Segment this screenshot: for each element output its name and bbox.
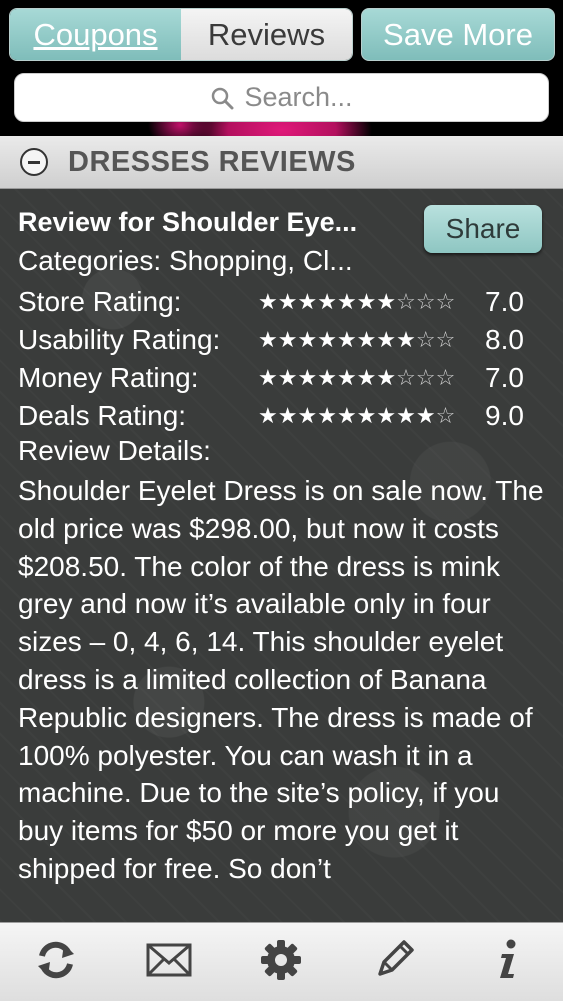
rating-label: Deals Rating: (18, 400, 187, 431)
refresh-icon (34, 938, 78, 987)
review-title: Review for Shoulder Eye... (18, 207, 358, 237)
tab-coupons[interactable]: Coupons (10, 9, 181, 60)
share-button[interactable]: Share (424, 205, 542, 253)
rating-label: Money Rating: (18, 362, 199, 393)
rating-row-usability: Usability Rating: ★★★★★★★★☆☆ 8.0 (18, 322, 548, 358)
refresh-button[interactable] (26, 932, 86, 992)
rating-label: Usability Rating: (18, 324, 221, 355)
info-icon (492, 938, 522, 987)
save-more-button[interactable]: Save More (361, 8, 555, 61)
rating-value: 7.0 (485, 286, 524, 317)
segmented-control: Coupons Reviews (9, 8, 353, 61)
review-content[interactable]: Review for Shoulder Eye... Share Categor… (0, 189, 563, 922)
rating-stars: ★★★★★★★☆☆☆ (258, 365, 456, 390)
review-categories: Categories: Shopping, Cl... (18, 245, 353, 276)
app-header: Coupons Reviews Save More Search... (0, 0, 563, 136)
settings-button[interactable] (251, 932, 311, 992)
collapse-icon[interactable] (20, 148, 48, 176)
mail-button[interactable] (139, 932, 199, 992)
rating-row-deals: Deals Rating: ★★★★★★★★★☆ 9.0 (18, 398, 548, 434)
section-header[interactable]: DRESSES REVIEWS (0, 136, 563, 189)
rating-value: 7.0 (485, 362, 524, 393)
edit-button[interactable] (364, 932, 424, 992)
review-details-label: Review Details: (18, 435, 211, 466)
rating-row-store: Store Rating: ★★★★★★★☆☆☆ 7.0 (18, 284, 548, 320)
rating-stars: ★★★★★★★★★☆ (258, 403, 456, 428)
search-placeholder: Search... (244, 82, 353, 112)
edit-icon (372, 938, 416, 987)
rating-stars: ★★★★★★★☆☆☆ (258, 289, 456, 314)
rating-value: 8.0 (485, 324, 524, 355)
mail-icon (146, 943, 192, 982)
review-details-text: Shoulder Eyelet Dress is on sale now. Th… (18, 475, 544, 884)
tab-reviews[interactable]: Reviews (181, 9, 352, 60)
search-input[interactable]: Search... (14, 73, 549, 122)
rating-stars: ★★★★★★★★☆☆ (258, 327, 456, 352)
section-title: DRESSES REVIEWS (68, 145, 356, 178)
settings-icon (259, 938, 303, 987)
rating-label: Store Rating: (18, 286, 182, 317)
rating-row-money: Money Rating: ★★★★★★★☆☆☆ 7.0 (18, 360, 548, 396)
search-icon (210, 86, 234, 110)
bottom-toolbar (0, 922, 563, 1001)
rating-value: 9.0 (485, 400, 524, 431)
info-button[interactable] (477, 932, 537, 992)
